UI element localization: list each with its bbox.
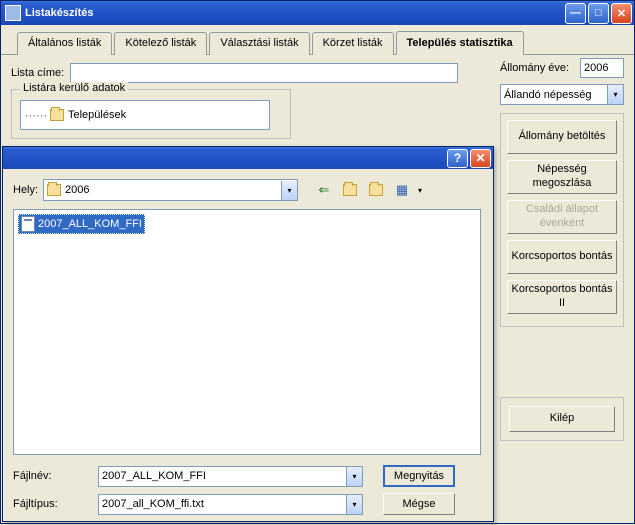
population-distribution-button[interactable]: Népesség megoszlása: [507, 160, 617, 194]
select-value: Állandó népesség: [504, 89, 591, 101]
chevron-down-icon[interactable]: ▾: [281, 181, 297, 200]
year-label: Állomány éve:: [500, 62, 569, 74]
tab-mandatory-lists[interactable]: Kötelező listák: [114, 32, 207, 55]
exit-panel: Kilép: [500, 397, 624, 441]
list-data-fieldset: Listára kerülő adatok ⋯⋯ Települések: [11, 89, 291, 139]
list-title-label: Lista címe:: [11, 67, 64, 79]
exit-button[interactable]: Kilép: [509, 406, 615, 432]
tab-general-lists[interactable]: Általános listák: [17, 32, 112, 55]
tab-district-lists[interactable]: Körzet listák: [312, 32, 394, 55]
filetype-combo[interactable]: 2007_all_KOM_ffi.txt ▾: [98, 494, 363, 515]
up-one-level-icon[interactable]: [340, 180, 360, 200]
help-button[interactable]: ?: [447, 149, 468, 168]
folder-icon: [47, 184, 61, 196]
new-folder-icon[interactable]: [366, 180, 386, 200]
filename-value: 2007_ALL_KOM_FFI: [102, 470, 206, 482]
filetype-label: Fájltípus:: [13, 498, 98, 510]
filename-label: Fájlnév:: [13, 470, 98, 482]
load-stock-button[interactable]: Állomány betöltés: [507, 120, 617, 154]
open-button[interactable]: Megnyitás: [383, 465, 455, 487]
population-type-select[interactable]: Állandó népesség ▾: [500, 84, 624, 105]
chevron-down-icon[interactable]: ▾: [346, 467, 362, 486]
age-group-button[interactable]: Korcsoportos bontás: [507, 240, 617, 274]
location-label: Hely:: [13, 184, 43, 196]
dialog-title-bar: ? ✕: [3, 147, 493, 169]
filename-combo[interactable]: 2007_ALL_KOM_FFI ▾: [98, 466, 363, 487]
filetype-value: 2007_all_KOM_ffi.txt: [102, 498, 204, 510]
window-title: Listakészítés: [25, 7, 93, 19]
list-title-input[interactable]: [70, 63, 458, 83]
maximize-button[interactable]: □: [588, 3, 609, 24]
text-file-icon: [21, 216, 35, 232]
tree-item-settlements[interactable]: Települések: [68, 109, 126, 121]
view-menu-dropdown-icon[interactable]: ▾: [418, 186, 422, 195]
folder-icon: [50, 109, 64, 121]
tab-strip: Általános listák Kötelező listák Választ…: [1, 31, 634, 55]
open-file-dialog: ? ✕ Hely: 2006 ▾ ⇐ ▦ ▾: [2, 146, 494, 522]
back-icon[interactable]: ⇐: [314, 180, 334, 200]
main-title-bar: Listakészítés — □ ✕: [1, 1, 634, 25]
look-in-value: 2006: [65, 184, 89, 196]
dialog-close-button[interactable]: ✕: [470, 149, 491, 168]
view-menu-icon[interactable]: ▦: [392, 180, 412, 200]
file-list[interactable]: 2007_ALL_KOM_FFI: [13, 209, 481, 455]
file-item-label: 2007_ALL_KOM_FFI: [38, 218, 142, 230]
fieldset-legend: Listára kerülő adatok: [20, 82, 128, 94]
action-button-panel: Állomány betöltés Népesség megoszlása Cs…: [500, 113, 624, 327]
minimize-button[interactable]: —: [565, 3, 586, 24]
file-item-selected[interactable]: 2007_ALL_KOM_FFI: [18, 214, 145, 234]
tab-election-lists[interactable]: Választási listák: [209, 32, 309, 55]
age-group-2-button[interactable]: Korcsoportos bontás II: [507, 280, 617, 314]
chevron-down-icon[interactable]: ▾: [346, 495, 362, 514]
chevron-down-icon[interactable]: ▾: [607, 85, 623, 104]
family-status-button: Családi állapot évenként: [507, 200, 617, 234]
tree-connector: ⋯⋯: [25, 109, 47, 122]
look-in-select[interactable]: 2006 ▾: [43, 179, 298, 201]
app-icon: [5, 5, 21, 21]
tree-view[interactable]: ⋯⋯ Települések: [20, 100, 270, 130]
cancel-button[interactable]: Mégse: [383, 493, 455, 515]
year-input[interactable]: [580, 58, 624, 78]
close-button[interactable]: ✕: [611, 3, 632, 24]
tab-settlement-statistics[interactable]: Település statisztika: [396, 31, 524, 55]
